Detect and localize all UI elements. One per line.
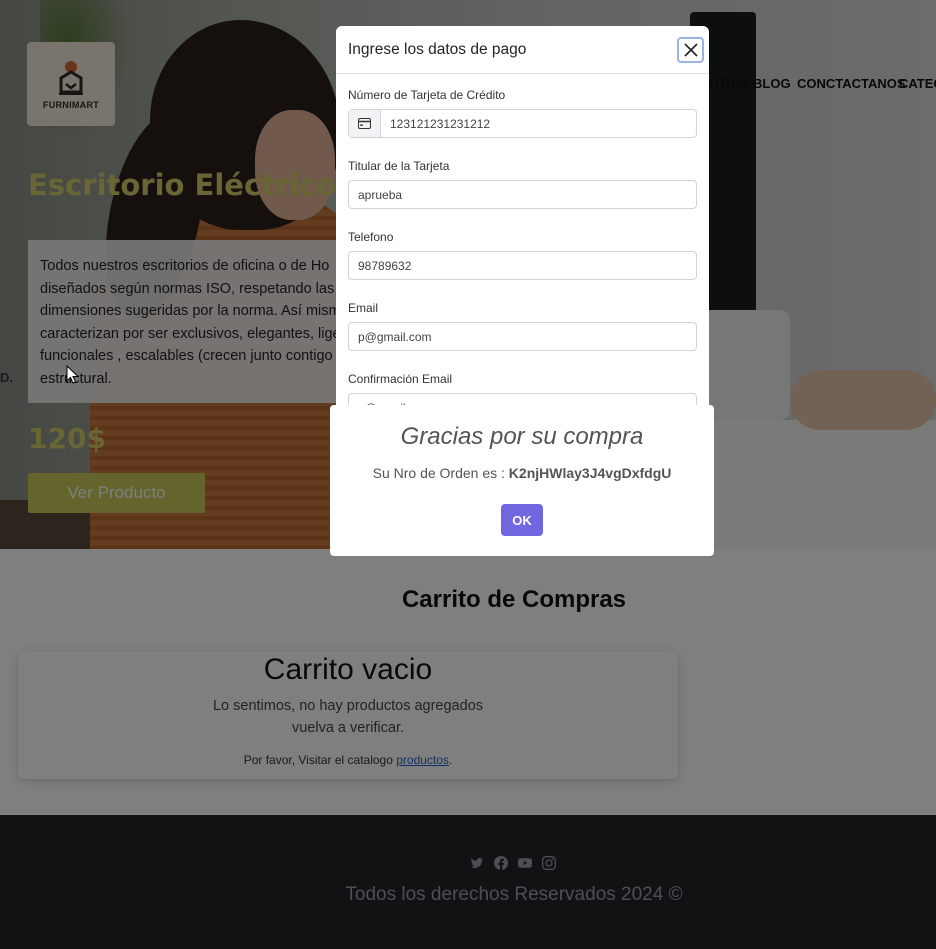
payment-modal: Ingrese los datos de pago Número de Tarj… <box>336 26 709 426</box>
email-label: Email <box>348 301 379 315</box>
alert-text-prefix: Su Nro de Orden es : <box>372 465 509 481</box>
payment-modal-title: Ingrese los datos de pago <box>348 41 527 58</box>
card-number-label: Número de Tarjeta de Crédito <box>348 88 506 102</box>
card-holder-input[interactable]: aprueba <box>348 180 697 209</box>
payment-modal-header: Ingrese los datos de pago <box>336 26 709 74</box>
phone-input[interactable]: 98789632 <box>348 251 697 280</box>
phone-label: Telefono <box>348 230 394 244</box>
alert-title: Gracias por su compra <box>400 423 644 450</box>
email-input[interactable]: p@gmail.com <box>348 322 697 351</box>
mouse-cursor-icon <box>66 365 80 384</box>
alert-text: Su Nro de Orden es : K2njHWlay3J4vgDxfdg… <box>330 465 714 481</box>
card-holder-label: Titular de la Tarjeta <box>348 159 450 173</box>
success-alert: Gracias por su compra Su Nro de Orden es… <box>330 405 714 556</box>
order-id: K2njHWlay3J4vgDxfdgU <box>508 465 672 481</box>
email-confirm-label: Confirmación Email <box>348 372 453 386</box>
close-icon <box>683 43 698 57</box>
payment-form: Número de Tarjeta de Crédito 12312123123… <box>348 88 697 426</box>
card-number-input[interactable]: 123121231231212 <box>348 109 697 138</box>
credit-card-icon <box>349 110 381 137</box>
card-number-value: 123121231231212 <box>390 116 491 131</box>
close-button[interactable] <box>677 37 704 63</box>
ok-button[interactable]: OK <box>501 504 543 536</box>
